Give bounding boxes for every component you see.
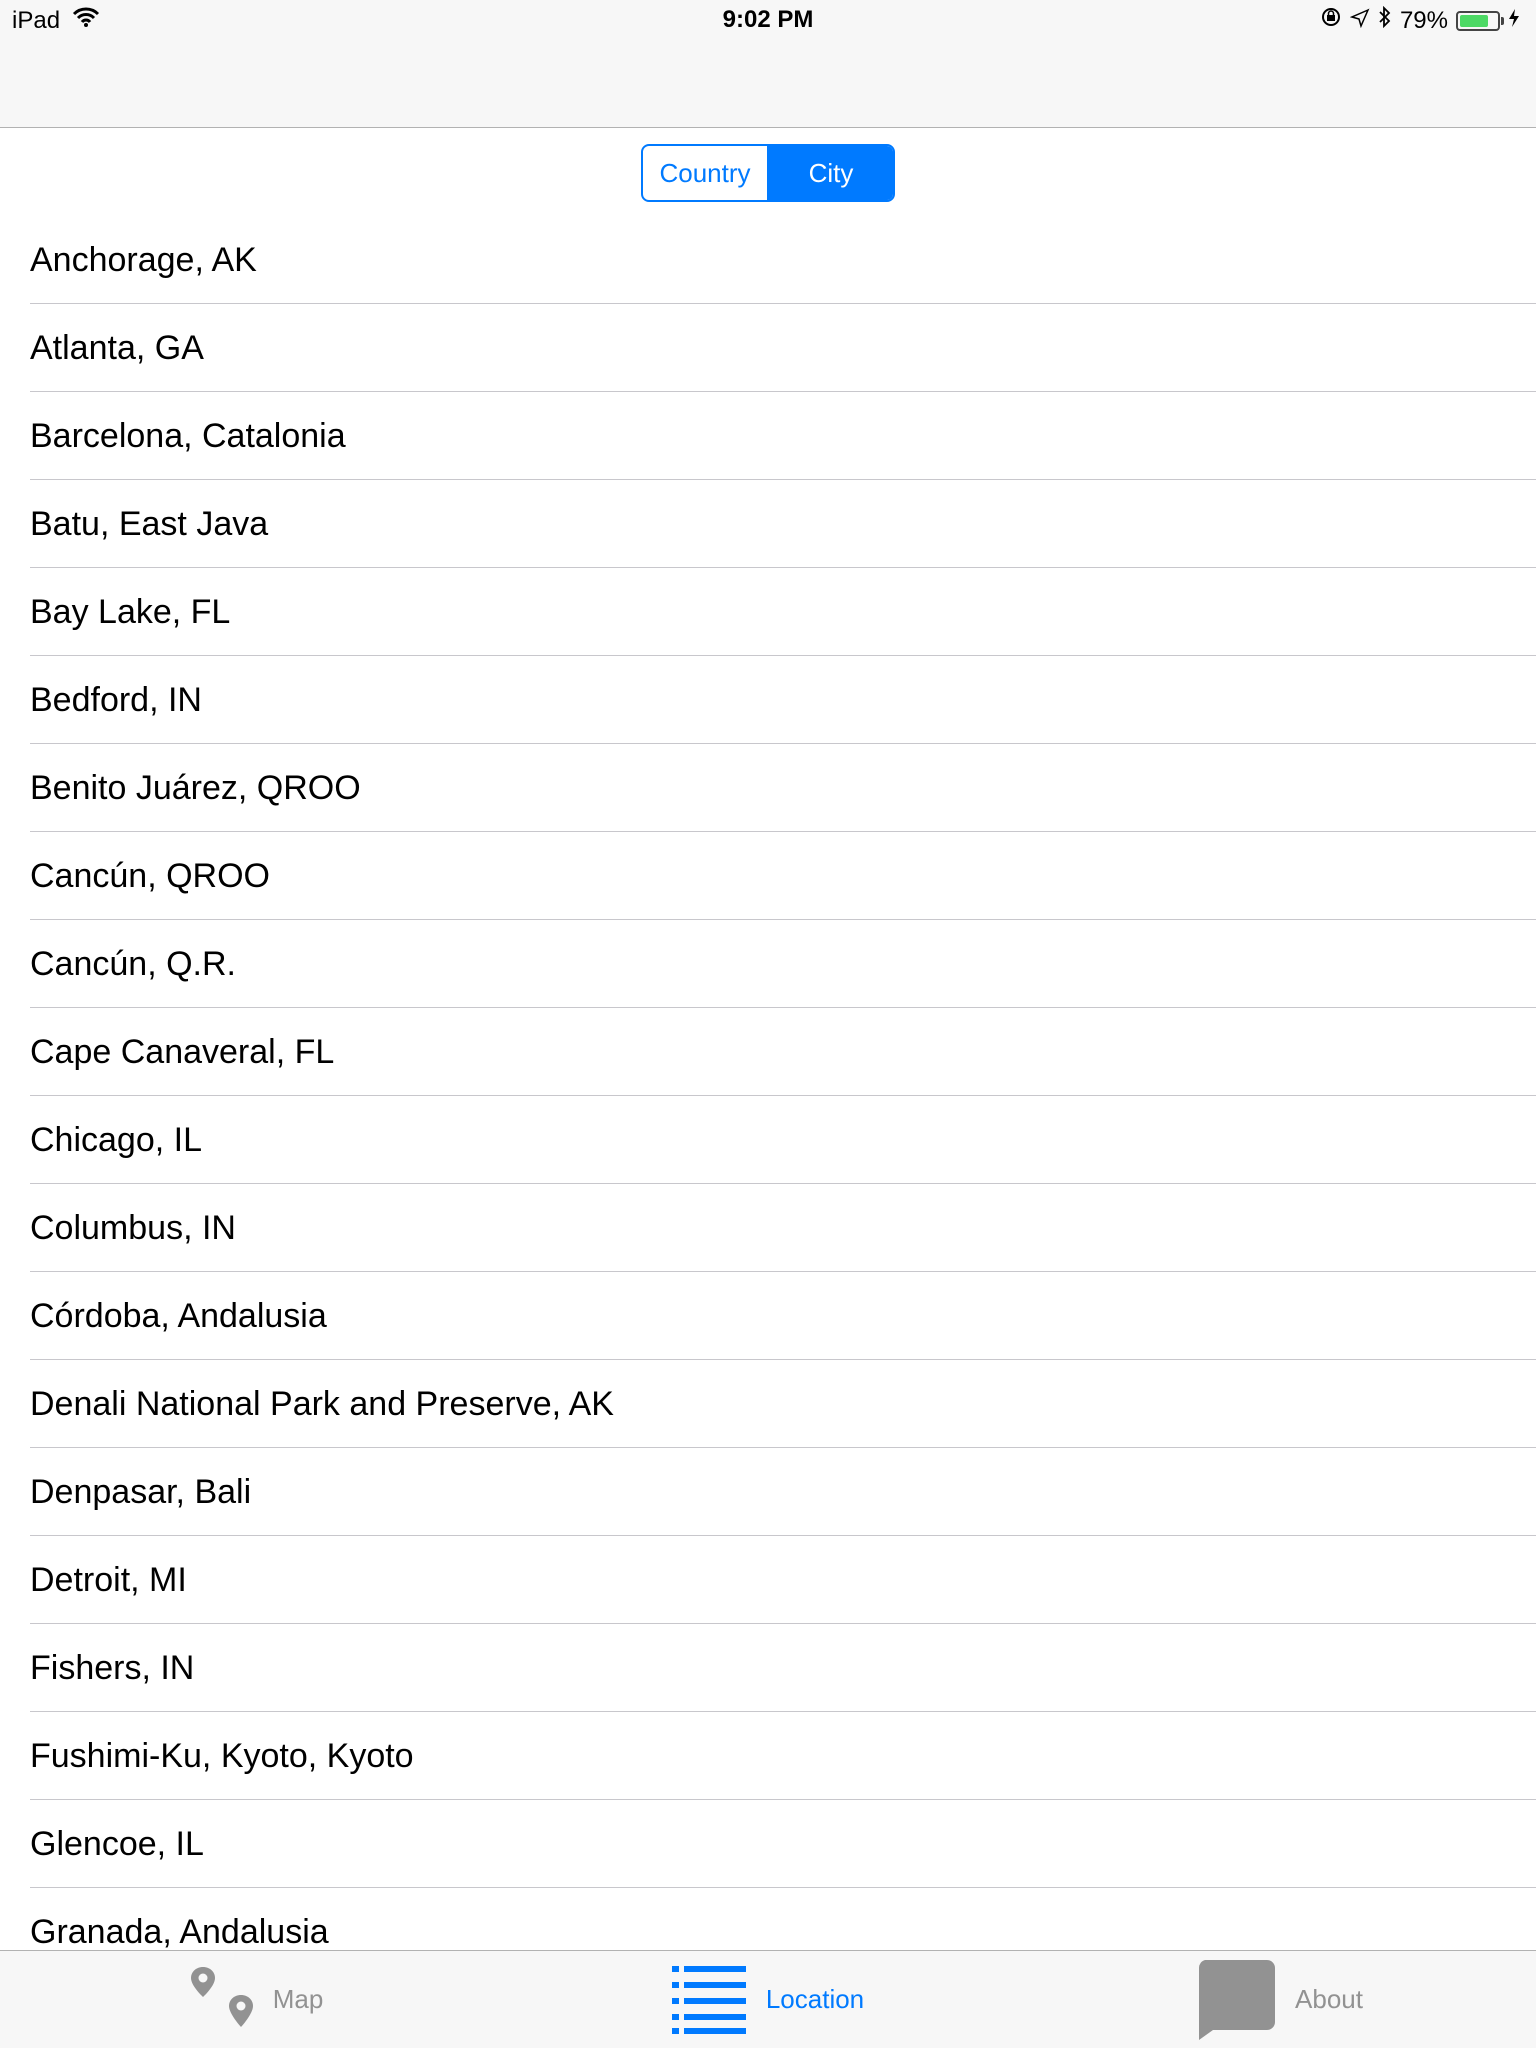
segment-city[interactable]: City xyxy=(767,146,893,200)
tab-about[interactable]: About xyxy=(1024,1951,1536,2048)
list-item[interactable]: Barcelona, Catalonia xyxy=(0,392,1536,480)
list-item[interactable]: Denpasar, Bali xyxy=(0,1448,1536,1536)
city-name: Fushimi-Ku, Kyoto, Kyoto xyxy=(30,1736,414,1775)
city-name: Cape Canaveral, FL xyxy=(30,1032,335,1071)
tab-map[interactable]: Map xyxy=(0,1951,512,2048)
city-name: Detroit, MI xyxy=(30,1560,187,1599)
list-item[interactable]: Glencoe, IL xyxy=(0,1800,1536,1888)
city-name: Chicago, IL xyxy=(30,1120,202,1159)
list-item[interactable]: Atlanta, GA xyxy=(0,304,1536,392)
city-name: Bay Lake, FL xyxy=(30,592,231,631)
location-arrow-icon xyxy=(1349,7,1370,35)
city-name: Cancún, QROO xyxy=(30,856,270,895)
city-name: Córdoba, Andalusia xyxy=(30,1296,327,1335)
list-item[interactable]: Detroit, MI xyxy=(0,1536,1536,1624)
city-name: Granada, Andalusia xyxy=(30,1912,329,1949)
city-name: Glencoe, IL xyxy=(30,1824,204,1863)
battery-icon xyxy=(1456,10,1504,31)
list-item[interactable]: Cancún, Q.R. xyxy=(0,920,1536,1008)
list-item[interactable]: Bay Lake, FL xyxy=(0,568,1536,656)
battery-level xyxy=(1460,14,1488,27)
list-item[interactable]: Chicago, IL xyxy=(0,1096,1536,1184)
city-name: Atlanta, GA xyxy=(30,328,204,367)
tab-location[interactable]: Location xyxy=(512,1951,1024,2048)
status-time: 9:02 PM xyxy=(722,6,814,33)
list-item[interactable]: Granada, Andalusia xyxy=(0,1888,1536,1949)
tab-location-label: Location xyxy=(765,1984,865,2014)
city-name: Barcelona, Catalonia xyxy=(30,416,346,455)
list-item[interactable]: Cancún, QROO xyxy=(0,832,1536,920)
list-item[interactable]: Cape Canaveral, FL xyxy=(0,1008,1536,1096)
charging-bolt-icon xyxy=(1508,7,1520,35)
city-name: Denpasar, Bali xyxy=(30,1472,252,1511)
list-item[interactable]: Columbus, IN xyxy=(0,1184,1536,1272)
city-name: Columbus, IN xyxy=(30,1208,236,1247)
country-city-segmented-control[interactable]: Country City xyxy=(641,144,895,202)
map-pins-icon xyxy=(189,1965,253,2035)
city-name: Anchorage, AK xyxy=(30,240,257,279)
list-item[interactable]: Benito Juárez, QROO xyxy=(0,744,1536,832)
segment-country[interactable]: Country xyxy=(643,146,767,200)
tab-map-label: Map xyxy=(272,1984,324,2014)
list-item[interactable]: Batu, East Java xyxy=(0,480,1536,568)
list-item[interactable]: Bedford, IN xyxy=(0,656,1536,744)
battery-percent: 79% xyxy=(1399,6,1448,34)
list-item[interactable]: Anchorage, AK xyxy=(0,216,1536,304)
list-item[interactable]: Fishers, IN xyxy=(0,1624,1536,1712)
city-name: Benito Juárez, QROO xyxy=(30,768,361,807)
city-name: Batu, East Java xyxy=(30,504,269,543)
list-item[interactable]: Fushimi-Ku, Kyoto, Kyoto xyxy=(0,1712,1536,1800)
city-name: Denali National Park and Preserve, AK xyxy=(30,1384,614,1423)
list-item[interactable]: Córdoba, Andalusia xyxy=(0,1272,1536,1360)
tab-bar: Map Location About xyxy=(0,1950,1536,2048)
city-name: Bedford, IN xyxy=(30,680,202,719)
status-right: 79% xyxy=(1312,5,1520,35)
rotation-lock-icon xyxy=(1320,6,1342,35)
city-name: Fishers, IN xyxy=(30,1648,195,1687)
speech-bubble-icon xyxy=(1197,1959,1276,2040)
navigation-bar xyxy=(0,40,1536,128)
city-list[interactable]: Anchorage, AK Atlanta, GA Barcelona, Catal… xyxy=(0,216,1536,1948)
tab-about-label: About xyxy=(1295,1984,1363,2014)
list-icon xyxy=(671,1964,746,2036)
status-bar: iPad 9:02 PM 79% xyxy=(0,0,1536,40)
list-item[interactable]: Denali National Park and Preserve, AK xyxy=(0,1360,1536,1448)
bluetooth-icon xyxy=(1378,5,1392,35)
city-name: Cancún, Q.R. xyxy=(30,944,236,983)
